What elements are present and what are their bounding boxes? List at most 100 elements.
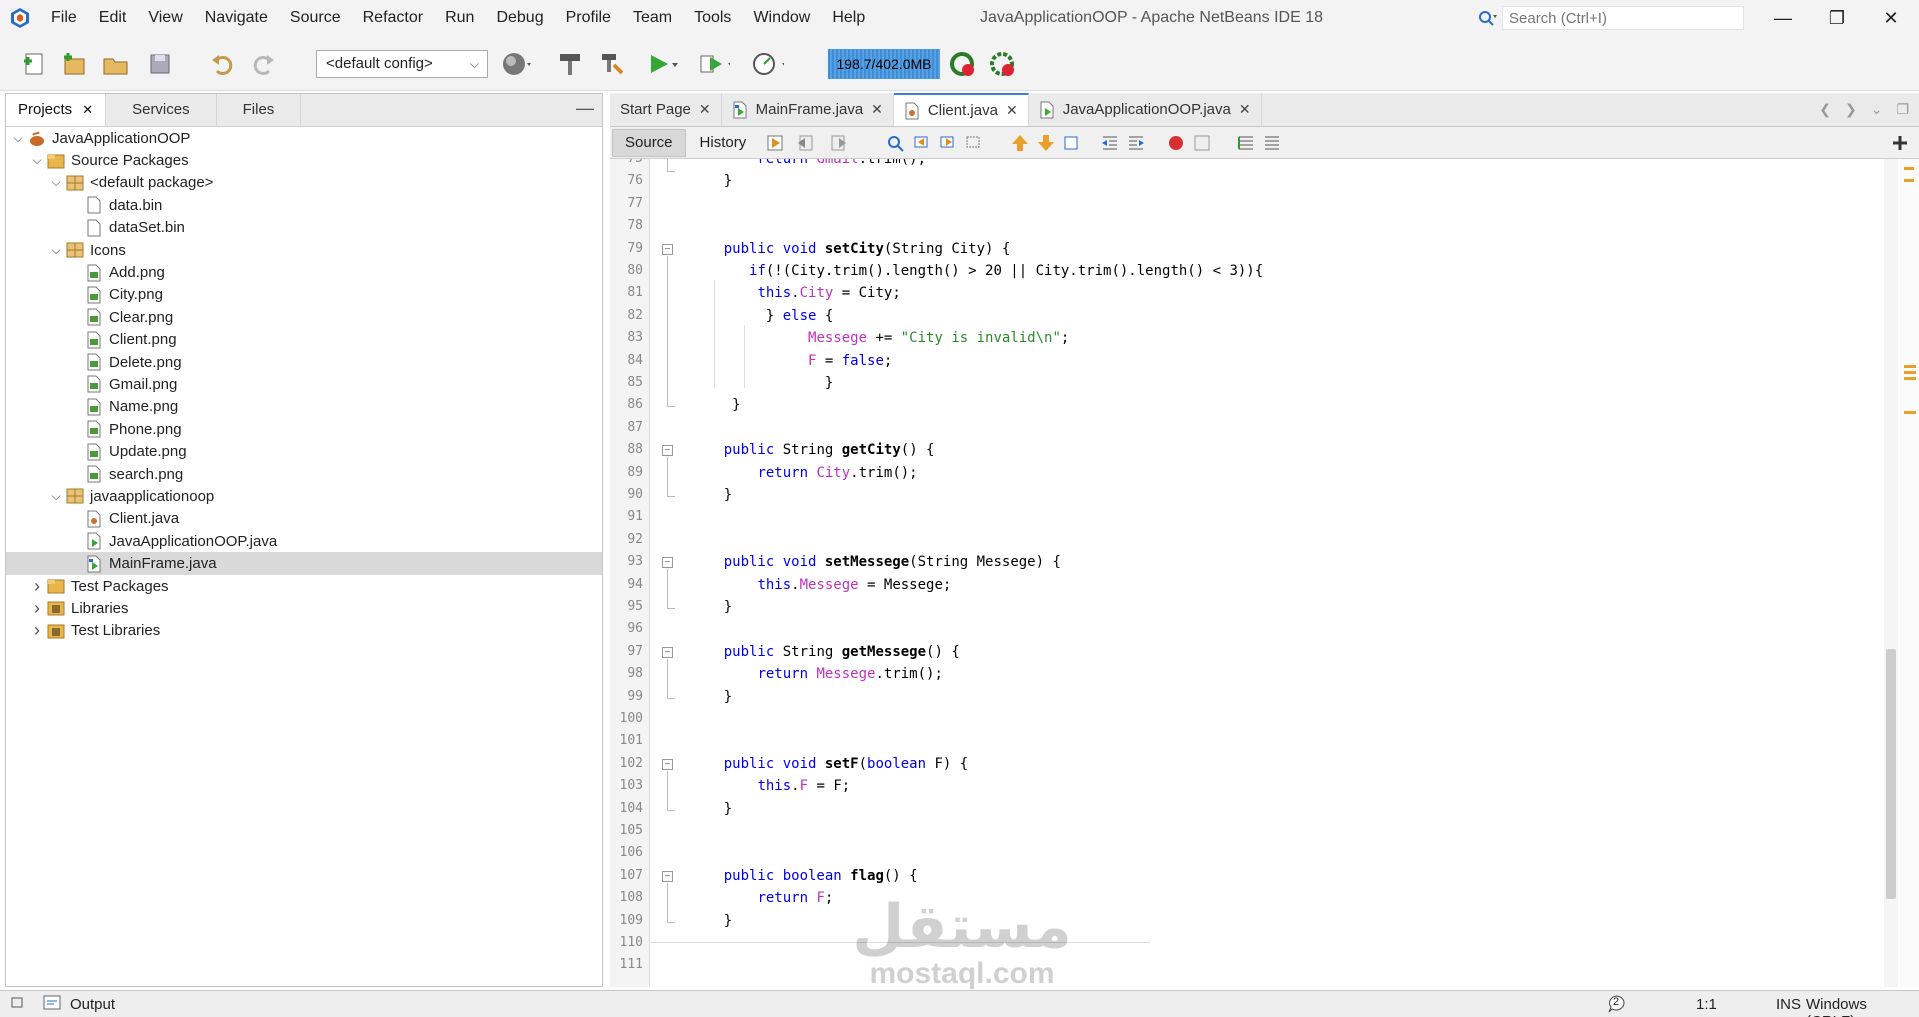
close-icon[interactable]: ✕ [82,94,93,126]
memory-usage-indicator[interactable]: 198.7/402.0MB [828,49,940,79]
editor-tab-javaapplicationoop-java[interactable]: JavaApplicationOOP.java ✕ [1029,93,1262,126]
menu-refactor[interactable]: Refactor [352,0,434,36]
chevron-left-icon[interactable]: ❮ [1819,101,1831,118]
close-icon[interactable]: ✕ [871,93,883,126]
run-project-icon[interactable] [646,48,678,80]
tree-node[interactable]: JavaApplicationOOP.java [6,530,602,552]
search-input[interactable] [1502,6,1744,30]
fold-marker[interactable]: − [662,445,673,457]
chevron-right-icon[interactable]: › [29,620,45,641]
stop-macro-icon[interactable] [1192,134,1212,152]
line-endings[interactable]: Windows (CRLF) [1806,996,1919,1017]
menu-view[interactable]: View [137,0,193,36]
shift-right-icon[interactable] [1126,134,1146,152]
find-previous-icon[interactable] [912,134,932,152]
fold-marker[interactable]: − [662,758,673,770]
code-editor[interactable]: 75 76 77 78 79 80 81 82 83 84 85 86 87 88 89 90 91 92 93 94… [610,159,1919,987]
profiler-snapshot-icon[interactable] [986,48,1018,80]
menu-edit[interactable]: Edit [88,0,138,36]
output-icon[interactable] [42,994,62,1016]
tree-node[interactable]: dataSet.bin [6,217,602,239]
chevron-right-icon[interactable]: › [29,576,45,597]
chevron-down-icon[interactable]: ⌵ [10,131,26,146]
tree-node[interactable]: Phone.png [6,418,602,440]
maximize-window-button[interactable]: ❐ [1812,0,1862,36]
tree-node[interactable]: ⌵ Icons [6,239,602,261]
tree-node[interactable]: Clear.png [6,306,602,328]
new-project-button[interactable] [58,48,90,80]
chevron-down-icon[interactable]: ⌵ [48,175,64,190]
tree-node[interactable]: ⌵ <default package> [6,172,602,194]
close-window-button[interactable]: ✕ [1866,0,1916,36]
debug-project-icon[interactable] [698,48,730,80]
chevron-right-icon[interactable]: › [29,598,45,619]
history-view-button[interactable]: History [688,130,759,156]
close-icon[interactable]: ✕ [699,93,711,126]
tree-node[interactable]: Update.png [6,440,602,462]
tab-projects[interactable]: Projects ✕ [6,94,107,126]
redo-button[interactable] [248,48,280,80]
editor-tab-client-java[interactable]: Client.java ✕ [893,93,1029,126]
tree-node[interactable]: City.png [6,284,602,306]
next-bookmark-icon[interactable] [1036,134,1056,152]
chevron-right-icon[interactable]: ❯ [1845,101,1857,118]
tree-node[interactable]: Name.png [6,396,602,418]
previous-bookmark-icon[interactable] [1010,134,1030,152]
menu-source[interactable]: Source [279,0,352,36]
menu-file[interactable]: File [40,0,88,36]
tree-node[interactable]: Gmail.png [6,373,602,395]
fold-marker[interactable]: − [662,870,673,882]
chevron-down-icon[interactable]: ⌄ [1871,101,1883,118]
config-select[interactable]: <default config> ⌵ [316,50,488,78]
editor-tab-mainframe-java[interactable]: MainFrame.java ✕ [722,93,894,126]
fold-marker[interactable]: − [662,646,673,658]
tree-node[interactable]: › Libraries [6,597,602,619]
split-editor-icon[interactable] [1890,134,1910,152]
tree-node[interactable]: Client.png [6,329,602,351]
menu-help[interactable]: Help [821,0,876,36]
scrollbar-thumb[interactable] [1886,649,1896,899]
clean-build-icon[interactable] [596,48,628,80]
tree-node[interactable]: ⌵ JavaApplicationOOP [6,127,602,149]
fold-marker[interactable]: − [662,243,673,255]
tree-node[interactable]: Delete.png [6,351,602,373]
tab-files[interactable]: Files [217,94,302,126]
tree-node[interactable]: Client.java [6,508,602,530]
comment-icon[interactable] [1236,134,1256,152]
source-view-button[interactable]: Source [612,128,686,157]
last-edit-icon[interactable] [766,134,786,152]
open-project-button[interactable] [100,48,132,80]
editor-tab-start-page[interactable]: Start Page ✕ [610,93,722,126]
toggle-highlight-icon[interactable] [964,134,984,152]
fold-marker[interactable]: − [662,557,673,569]
menu-team[interactable]: Team [622,0,683,36]
minimize-panel-button[interactable]: — [576,98,594,119]
tree-node[interactable]: › Test Packages [6,575,602,597]
output-label[interactable]: Output [70,996,115,1013]
tree-node[interactable]: search.png [6,463,602,485]
shift-left-icon[interactable] [1100,134,1120,152]
undo-button[interactable] [206,48,238,80]
close-icon[interactable]: ✕ [1239,93,1251,126]
back-icon[interactable] [796,134,816,152]
restore-window-icon[interactable]: ❐ [1896,101,1909,118]
new-file-button[interactable] [18,48,50,80]
save-all-button[interactable] [144,48,176,80]
minimize-window-button[interactable]: — [1758,0,1808,36]
menu-run[interactable]: Run [434,0,485,36]
profile-project-icon[interactable] [752,48,784,80]
start-macro-icon[interactable] [1166,134,1186,152]
search-icon[interactable] [1474,10,1502,26]
tree-node[interactable]: Add.png [6,261,602,283]
tab-services[interactable]: Services [106,94,217,126]
gc-icon[interactable] [946,48,978,80]
menu-window[interactable]: Window [742,0,821,36]
tree-node[interactable]: data.bin [6,194,602,216]
chevron-down-icon[interactable]: ⌵ [48,489,64,504]
menu-profile[interactable]: Profile [555,0,622,36]
tree-node[interactable]: › Test Libraries [6,620,602,642]
tree-node[interactable]: ⌵ Source Packages [6,149,602,171]
build-hammer-icon[interactable] [554,48,586,80]
globe-browser-icon[interactable] [500,48,532,80]
chevron-down-icon[interactable]: ⌵ [29,153,45,168]
